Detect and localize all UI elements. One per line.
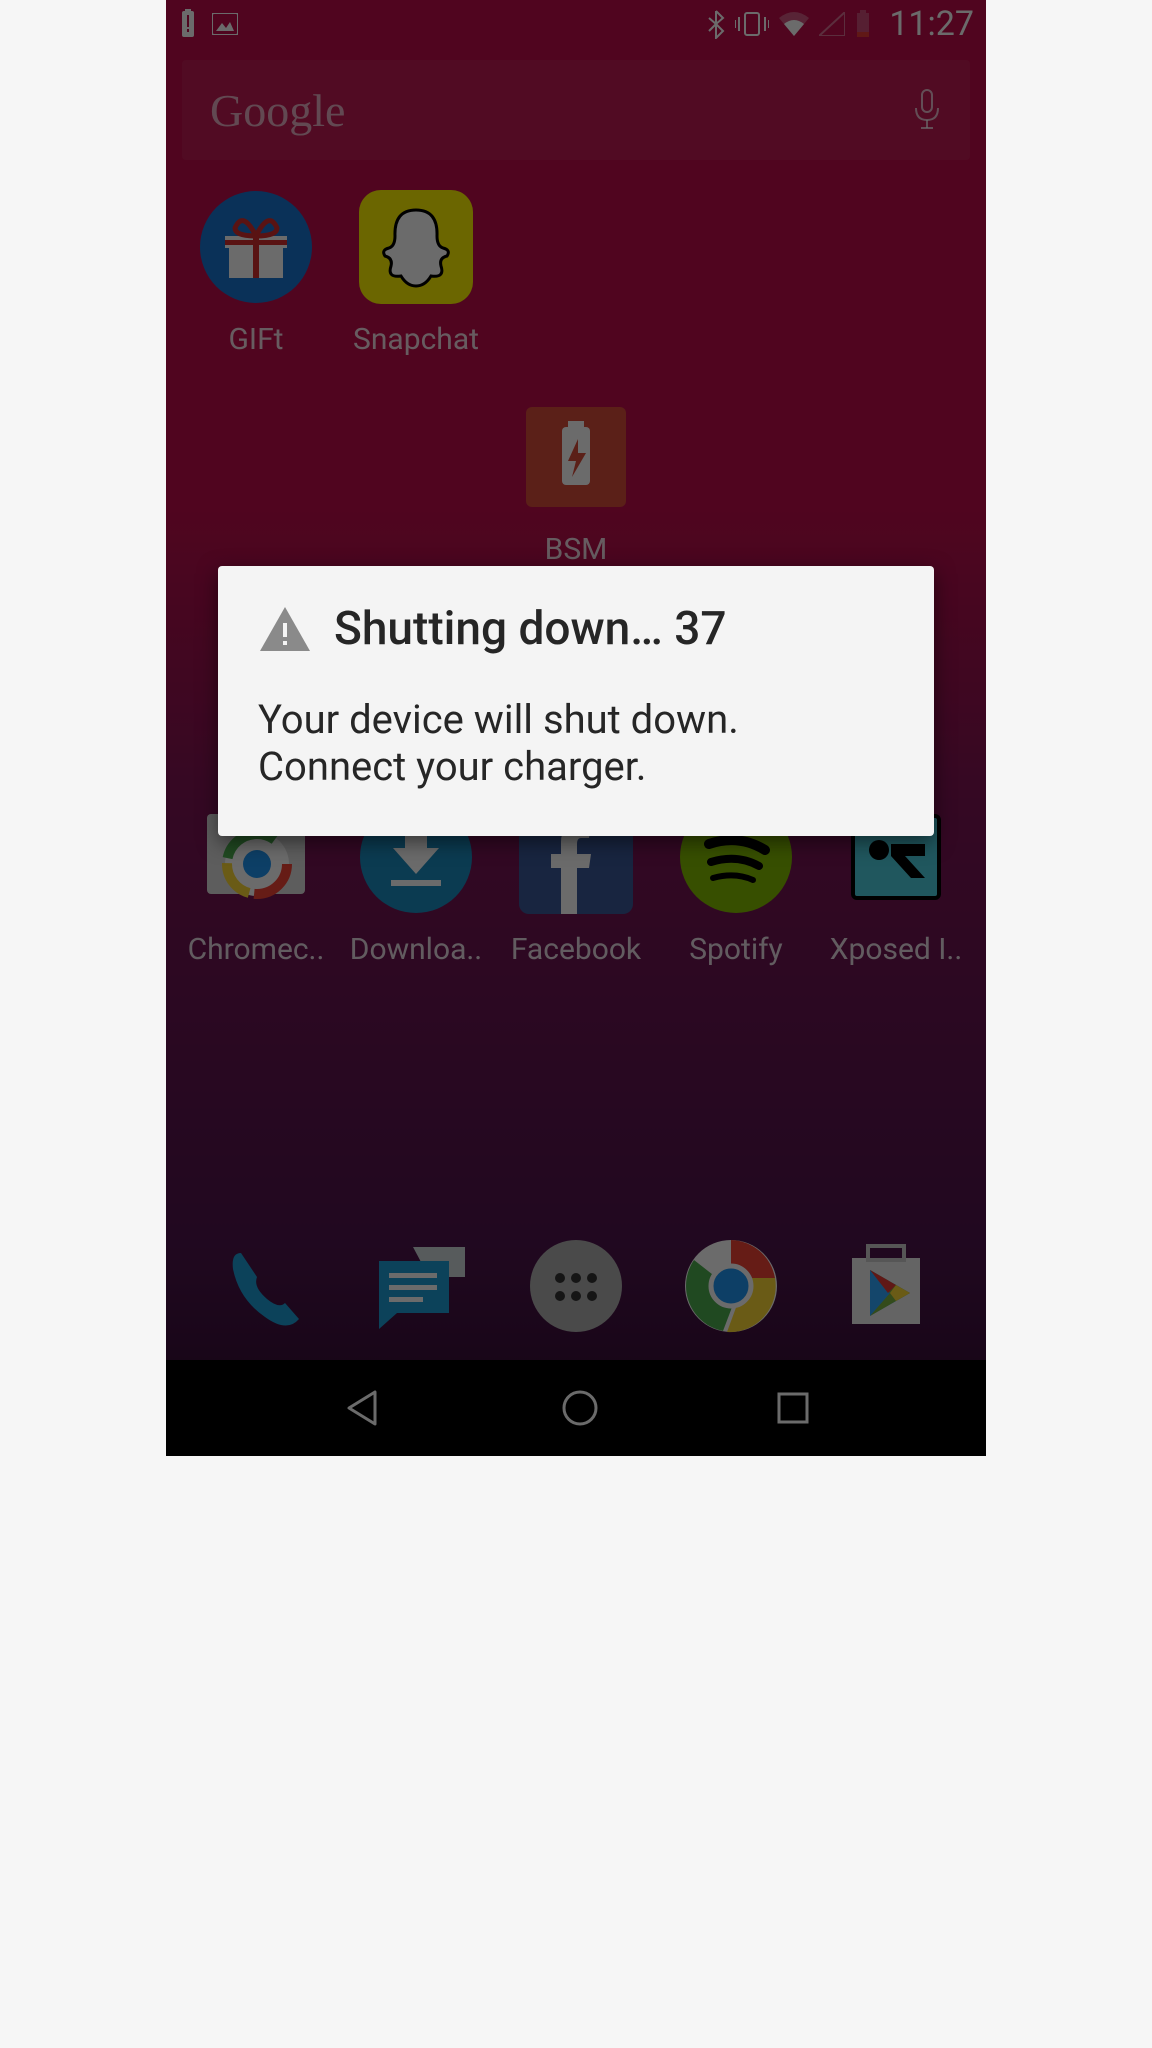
app-label: Xposed I.. — [830, 932, 963, 967]
wifi-icon — [779, 12, 809, 36]
nav-back-button[interactable] — [341, 1386, 385, 1430]
app-gift[interactable]: GIFt — [176, 190, 336, 357]
status-bar: 11:27 — [166, 0, 986, 48]
nav-recent-button[interactable] — [775, 1390, 811, 1426]
app-snapchat[interactable]: Snapchat — [336, 190, 496, 357]
signal-empty-icon — [819, 12, 845, 36]
dialog-title: Shutting down… 37 — [334, 602, 727, 656]
dialog-body: Your device will shut down. Connect your… — [258, 696, 894, 790]
bluetooth-icon — [707, 9, 725, 39]
nav-home-button[interactable] — [560, 1388, 600, 1428]
home-row-1: GIFt Snapchat — [176, 190, 496, 357]
warning-icon — [258, 605, 312, 653]
app-label: GIFt — [229, 322, 284, 357]
app-bsm[interactable]: BSM — [496, 400, 656, 567]
app-label: Snapchat — [353, 322, 479, 357]
status-clock: 11:27 — [889, 4, 974, 44]
home-row-2: BSM — [496, 400, 656, 567]
app-label: Facebook — [511, 932, 641, 967]
dock-messages[interactable] — [346, 1236, 496, 1336]
battery-alert-icon — [178, 9, 198, 39]
dock — [166, 1236, 986, 1336]
voice-search-icon[interactable] — [912, 88, 942, 132]
dock-play-store[interactable] — [811, 1236, 961, 1336]
google-logo-text: Google — [210, 84, 345, 137]
app-label: Downloa.. — [350, 932, 482, 967]
dock-app-drawer[interactable] — [501, 1236, 651, 1336]
dock-chrome[interactable] — [656, 1236, 806, 1336]
shutdown-dialog: Shutting down… 37 Your device will shut … — [218, 566, 934, 836]
picture-icon — [212, 13, 238, 35]
app-label: Spotify — [689, 932, 783, 967]
dock-phone[interactable] — [191, 1236, 341, 1336]
google-search-bar[interactable]: Google — [182, 60, 970, 160]
navigation-bar — [166, 1360, 986, 1456]
vibrate-icon — [735, 11, 769, 37]
app-label: Chromec.. — [188, 932, 325, 967]
battery-low-icon — [855, 10, 871, 38]
android-home-screen: 11:27 Google GIFt Snapchat — [166, 0, 986, 1456]
app-label: BSM — [545, 532, 608, 567]
